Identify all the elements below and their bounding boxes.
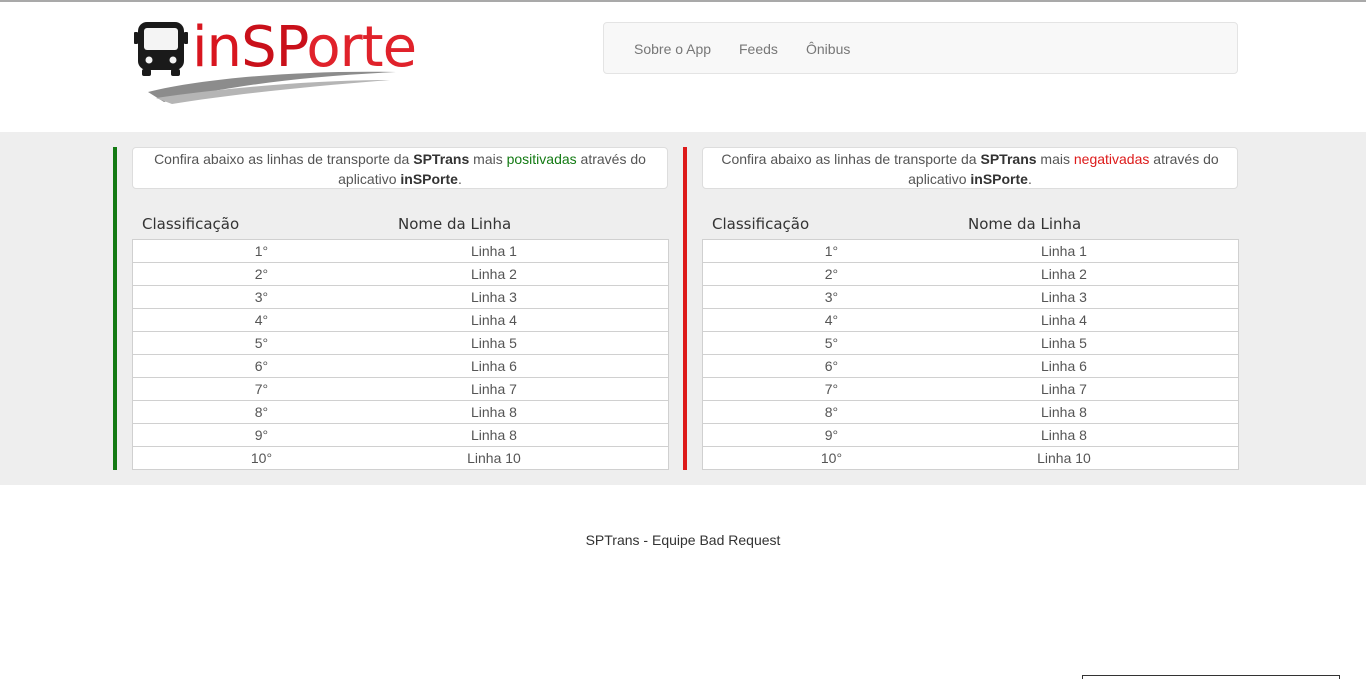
intro-text: mais — [1036, 151, 1074, 167]
positive-accent-bar — [113, 147, 117, 470]
positive-intro: Confira abaixo as linhas de transporte d… — [132, 147, 668, 189]
intro-text: . — [1027, 171, 1032, 187]
rank-cell: 4° — [701, 308, 960, 332]
line-name-cell: Linha 2 — [959, 262, 1239, 286]
rank-cell: 7° — [131, 377, 390, 401]
line-name-cell: Linha 5 — [959, 331, 1239, 355]
rank-cell: 9° — [131, 423, 390, 447]
table-row: 5° Linha 5 — [701, 331, 1239, 355]
rank-cell: 5° — [131, 331, 390, 355]
table-row: 3° Linha 3 — [701, 285, 1239, 309]
column-header-rank: Classificação — [712, 215, 810, 233]
table-row: 1° Linha 1 — [131, 239, 669, 263]
line-name-cell: Linha 1 — [389, 239, 669, 263]
intro-text: Confira abaixo as linhas de transporte d… — [721, 151, 981, 167]
rank-cell: 2° — [701, 262, 960, 286]
rank-cell: 6° — [131, 354, 390, 378]
line-name-cell: Linha 4 — [959, 308, 1239, 332]
table-row: 2° Linha 2 — [131, 262, 669, 286]
intro-app-name: inSPorte — [970, 171, 1028, 187]
table-row: 6° Linha 6 — [131, 354, 669, 378]
nav-feeds[interactable]: Feeds — [739, 40, 778, 58]
popup-edge — [1082, 675, 1340, 679]
table-row: 10° Linha 10 — [701, 446, 1239, 470]
line-name-cell: Linha 3 — [389, 285, 669, 309]
line-name-cell: Linha 8 — [389, 423, 669, 447]
line-name-cell: Linha 4 — [389, 308, 669, 332]
table-row: 4° Linha 4 — [701, 308, 1239, 332]
rank-cell: 1° — [701, 239, 960, 263]
positive-ranking-table: 1° Linha 1 2° Linha 2 3° Linha 3 4° Linha 4 5° Li… — [131, 239, 669, 470]
table-row: 2° Linha 2 — [701, 262, 1239, 286]
column-header-name: Nome da Linha — [968, 215, 1082, 233]
line-name-cell: Linha 1 — [959, 239, 1239, 263]
column-header-rank: Classificação — [142, 215, 240, 233]
line-name-cell: Linha 8 — [389, 400, 669, 424]
rank-cell: 6° — [701, 354, 960, 378]
intro-text: mais — [469, 151, 507, 167]
rank-cell: 1° — [131, 239, 390, 263]
table-row: 8° Linha 8 — [701, 400, 1239, 424]
column-header-name: Nome da Linha — [398, 215, 512, 233]
line-name-cell: Linha 10 — [959, 446, 1239, 470]
table-row: 4° Linha 4 — [131, 308, 669, 332]
rank-cell: 8° — [131, 400, 390, 424]
rank-cell: 5° — [701, 331, 960, 355]
line-name-cell: Linha 10 — [389, 446, 669, 470]
table-row: 1° Linha 1 — [701, 239, 1239, 263]
navbar: Sobre o App Feeds Ônibus — [603, 22, 1238, 74]
table-row: 3° Linha 3 — [131, 285, 669, 309]
intro-highlight-negative: negativadas — [1073, 151, 1150, 167]
table-row: 6° Linha 6 — [701, 354, 1239, 378]
rank-cell: 10° — [701, 446, 960, 470]
table-row: 5° Linha 5 — [131, 331, 669, 355]
insporte-logo[interactable]: inSPorte — [134, 16, 417, 106]
negative-panel: Confira abaixo as linhas de transporte d… — [683, 147, 1258, 470]
table-row: 8° Linha 8 — [131, 400, 669, 424]
intro-text: Confira abaixo as linhas de transporte d… — [154, 151, 414, 167]
rank-cell: 10° — [131, 446, 390, 470]
negative-ranking-table: 1° Linha 1 2° Linha 2 3° Linha 3 4° Linha 4 5° Li… — [701, 239, 1239, 470]
line-name-cell: Linha 8 — [959, 400, 1239, 424]
rank-cell: 3° — [131, 285, 390, 309]
line-name-cell: Linha 8 — [959, 423, 1239, 447]
positive-panel: Confira abaixo as linhas de transporte d… — [113, 147, 688, 470]
rank-cell: 9° — [701, 423, 960, 447]
intro-brand: SPTrans — [980, 151, 1037, 167]
table-row: 9° Linha 8 — [131, 423, 669, 447]
intro-text: . — [457, 171, 462, 187]
line-name-cell: Linha 6 — [389, 354, 669, 378]
line-name-cell: Linha 2 — [389, 262, 669, 286]
nav-onibus[interactable]: Ônibus — [806, 40, 850, 58]
intro-highlight-positive: positivadas — [506, 151, 577, 167]
table-row: 7° Linha 7 — [701, 377, 1239, 401]
rank-cell: 7° — [701, 377, 960, 401]
top-border — [0, 0, 1366, 2]
rank-cell: 4° — [131, 308, 390, 332]
table-row: 10° Linha 10 — [131, 446, 669, 470]
footer-text: SPTrans - Equipe Bad Request — [585, 532, 781, 548]
line-name-cell: Linha 5 — [389, 331, 669, 355]
negative-intro: Confira abaixo as linhas de transporte d… — [702, 147, 1238, 189]
intro-brand: SPTrans — [413, 151, 470, 167]
line-name-cell: Linha 6 — [959, 354, 1239, 378]
table-row: 9° Linha 8 — [701, 423, 1239, 447]
negative-accent-bar — [683, 147, 687, 470]
line-name-cell: Linha 7 — [959, 377, 1239, 401]
rank-cell: 8° — [701, 400, 960, 424]
nav-sobre-o-app[interactable]: Sobre o App — [634, 40, 711, 58]
line-name-cell: Linha 3 — [959, 285, 1239, 309]
logo-swoosh — [148, 71, 396, 104]
table-row: 7° Linha 7 — [131, 377, 669, 401]
rank-cell: 2° — [131, 262, 390, 286]
intro-app-name: inSPorte — [400, 171, 458, 187]
rank-cell: 3° — [701, 285, 960, 309]
line-name-cell: Linha 7 — [389, 377, 669, 401]
